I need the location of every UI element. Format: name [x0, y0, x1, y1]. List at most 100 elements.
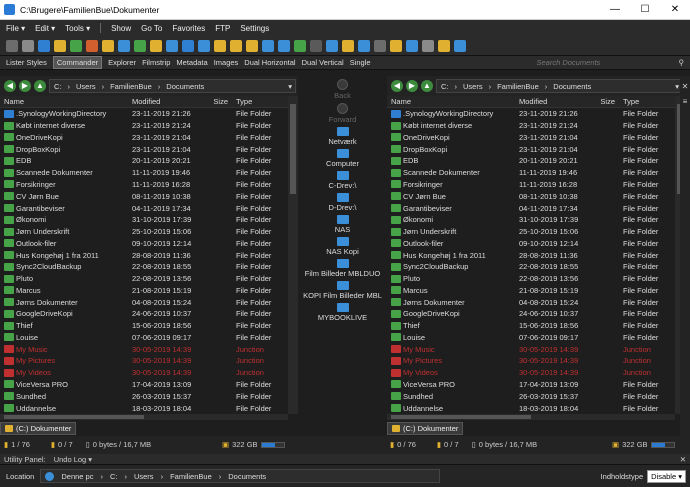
table-row[interactable]: ViceVersa PRO 17-04-2019 13:09 File Folder	[0, 379, 298, 391]
table-row[interactable]: Marcus 21-08-2019 15:19 File Folder	[387, 284, 685, 296]
col-modified[interactable]: Modified	[128, 97, 200, 106]
table-row[interactable]: Købt internet diverse 23-11-2019 21:24 Fil…	[387, 120, 685, 132]
table-row[interactable]: Hus Kongehøj 1 fra 2011 28-08-2019 11:36 F…	[387, 249, 685, 261]
bookmark-icon[interactable]	[214, 39, 226, 52]
menu-show[interactable]: Show	[111, 24, 131, 33]
horizontal-scrollbar[interactable]	[387, 414, 675, 420]
new-folder-icon[interactable]	[70, 39, 82, 52]
table-row[interactable]: Louise 07-06-2019 09:17 File Folder	[387, 332, 685, 344]
table-row[interactable]: GoogleDriveKopi 24-06-2019 10:37 File Fold…	[387, 308, 685, 320]
quick-access-item[interactable]: Netværk	[298, 127, 387, 146]
col-type[interactable]: Type	[232, 97, 288, 106]
style-images[interactable]: Images	[214, 58, 239, 67]
breadcrumb-users[interactable]: Users	[76, 82, 96, 91]
grid-view-icon[interactable]	[278, 39, 290, 52]
col-size[interactable]: Size	[200, 97, 232, 106]
bookmark-icon[interactable]	[230, 39, 242, 52]
back-arrow-icon[interactable]: ◀	[4, 80, 16, 92]
close-button[interactable]: ✕	[660, 0, 690, 20]
compare-icon[interactable]	[390, 39, 402, 52]
copy-icon[interactable]	[6, 39, 18, 52]
image-view-icon[interactable]	[294, 39, 306, 52]
table-row[interactable]: ViceVersa PRO 17-04-2019 13:09 File Folder	[387, 379, 685, 391]
delete-icon[interactable]	[86, 39, 98, 52]
table-row[interactable]: Scannede Dokumenter 11-11-2019 19:46 File …	[0, 167, 298, 179]
up-arrow-icon[interactable]: ▲	[421, 80, 433, 92]
table-row[interactable]: CV Jørn Bue 08-11-2019 10:38 File Folder	[0, 190, 298, 202]
paste-icon[interactable]	[22, 39, 34, 52]
quick-access-item[interactable]: Computer	[298, 149, 387, 168]
col-modified[interactable]: Modified	[515, 97, 587, 106]
breadcrumb-user[interactable]: FamilienBue	[170, 472, 212, 481]
address-bar[interactable]: C: › Users › FamilienBue › Documents ▾	[436, 79, 683, 93]
menu-icon[interactable]: ≡	[680, 97, 690, 106]
style-filmstrip[interactable]: Filmstrip	[142, 58, 170, 67]
address-bar[interactable]: C: › Users › FamilienBue › Documents ▾	[49, 79, 296, 93]
table-row[interactable]: Forsikringer 11-11-2019 16:28 File Folder	[0, 179, 298, 191]
table-row[interactable]: Jørns Dokumenter 04-08-2019 15:24 File Fol…	[387, 296, 685, 308]
table-row[interactable]: Outlook-filer 09-10-2019 12:14 File Folder	[387, 237, 685, 249]
breadcrumb-documents[interactable]: Documents	[166, 82, 204, 91]
breadcrumb-drive[interactable]: C:	[110, 472, 118, 481]
col-name[interactable]: Name	[0, 97, 128, 106]
search-input[interactable]: Search Documents	[533, 58, 673, 67]
table-row[interactable]: Pluto 22-08-2019 13:56 File Folder	[0, 273, 298, 285]
breadcrumb-user[interactable]: FamilienBue	[110, 82, 152, 91]
menu-settings[interactable]: Settings	[240, 24, 269, 33]
col-type[interactable]: Type	[619, 97, 675, 106]
table-row[interactable]: DropBoxKopi 23-11-2019 21:04 File Folder	[387, 143, 685, 155]
col-size[interactable]: Size	[587, 97, 619, 106]
table-row[interactable]: .SynologyWorkingDirectory 23-11-2019 21:2…	[0, 108, 298, 120]
quick-access-item[interactable]: NAS	[298, 215, 387, 234]
favorite-folder-icon[interactable]	[102, 39, 114, 52]
back-arrow-icon[interactable]: ◀	[391, 80, 403, 92]
panel-icon[interactable]	[374, 39, 386, 52]
horizontal-scrollbar[interactable]	[0, 414, 288, 420]
side-panel-toggle[interactable]: ✕ ≡	[680, 76, 690, 436]
table-row[interactable]: Pluto 22-08-2019 13:56 File Folder	[387, 273, 685, 285]
table-row[interactable]: OneDriveKopi 23-11-2019 21:04 File Folder	[387, 132, 685, 144]
cloud-icon[interactable]	[118, 39, 130, 52]
table-row[interactable]: Jørn Underskrift 25-10-2019 15:06 File Fol…	[0, 226, 298, 238]
table-row[interactable]: My Pictures 30-05-2019 14:39 Junction	[0, 355, 298, 367]
table-row[interactable]: Hus Kongehøj 1 fra 2011 28-08-2019 11:36 F…	[0, 249, 298, 261]
menu-favorites[interactable]: Favorites	[172, 24, 205, 33]
menu-ftp[interactable]: FTP	[215, 24, 230, 33]
table-row[interactable]: Sundhed 26-03-2019 15:37 File Folder	[0, 390, 298, 402]
undo-log-dropdown[interactable]: Undo Log ▾	[54, 455, 92, 464]
music-icon[interactable]	[182, 39, 194, 52]
maximize-button[interactable]: ☐	[630, 0, 660, 20]
layout-icon[interactable]	[326, 39, 338, 52]
quick-access-item[interactable]: Forward	[298, 103, 387, 124]
forward-arrow-icon[interactable]: ▶	[406, 80, 418, 92]
table-row[interactable]: GoogleDriveKopi 24-06-2019 10:37 File Fold…	[0, 308, 298, 320]
table-row[interactable]: CV Jørn Bue 08-11-2019 10:38 File Folder	[387, 190, 685, 202]
table-row[interactable]: EDB 20-11-2019 20:21 File Folder	[0, 155, 298, 167]
quick-access-item[interactable]: MYBOOKLIVE	[298, 303, 387, 322]
menu-tools[interactable]: Tools ▾	[65, 24, 90, 33]
table-row[interactable]: Jørn Underskrift 25-10-2019 15:06 File Fol…	[387, 226, 685, 238]
table-row[interactable]: My Videos 30-05-2019 14:39 Junction	[0, 367, 298, 379]
breadcrumb-user[interactable]: FamilienBue	[497, 82, 539, 91]
breadcrumb-users[interactable]: Users	[134, 472, 154, 481]
settings-icon[interactable]	[422, 39, 434, 52]
forward-arrow-icon[interactable]: ▶	[19, 80, 31, 92]
archive-icon[interactable]	[150, 39, 162, 52]
drive-icon[interactable]	[198, 39, 210, 52]
close-icon[interactable]: ✕	[680, 455, 686, 464]
table-row[interactable]: Marcus 21-08-2019 15:19 File Folder	[0, 284, 298, 296]
table-row[interactable]: My Pictures 30-05-2019 14:39 Junction	[387, 355, 685, 367]
quick-access-item[interactable]: C-Drev:\	[298, 171, 387, 190]
up-arrow-icon[interactable]: ▲	[34, 80, 46, 92]
quick-access-item[interactable]: Back	[298, 79, 387, 100]
table-row[interactable]: Scannede Dokumenter 11-11-2019 19:46 File …	[387, 167, 685, 179]
view-folder-icon[interactable]	[342, 39, 354, 52]
col-name[interactable]: Name	[387, 97, 515, 106]
breadcrumb-documents[interactable]: Documents	[553, 82, 591, 91]
table-row[interactable]: DropBoxKopi 23-11-2019 21:04 File Folder	[0, 143, 298, 155]
sync-icon[interactable]	[134, 39, 146, 52]
table-row[interactable]: Jørns Dokumenter 04-08-2019 15:24 File Fol…	[0, 296, 298, 308]
cube-icon[interactable]	[166, 39, 178, 52]
table-row[interactable]: OneDriveKopi 23-11-2019 21:04 File Folder	[0, 132, 298, 144]
table-row[interactable]: Garantibeviser 04-11-2019 17:34 File Folde…	[0, 202, 298, 214]
